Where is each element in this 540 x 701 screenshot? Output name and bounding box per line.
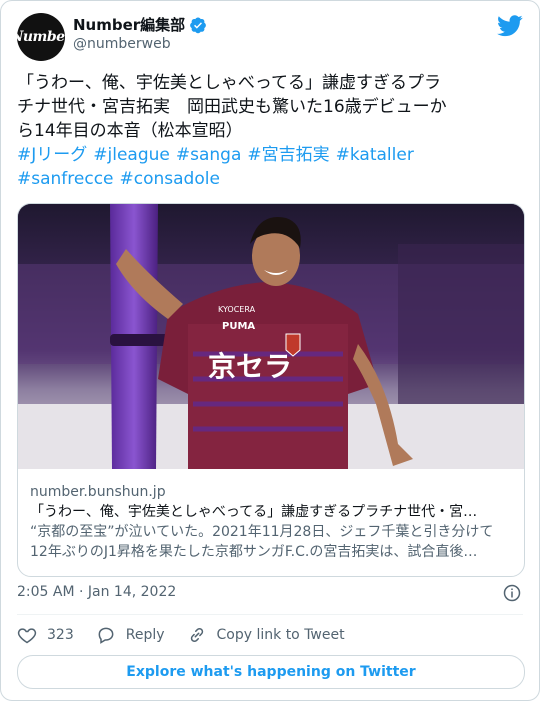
article-photo[interactable]: 京セラ PUMA KYOCERA: [18, 204, 524, 469]
shirt-brand-text: PUMA: [222, 321, 255, 332]
hashtag-row: #sanfrecce #consadole: [17, 167, 522, 191]
author-name[interactable]: Number編集部: [73, 15, 185, 35]
hashtag-link[interactable]: #sanga: [176, 145, 242, 165]
like-count: 323: [47, 627, 74, 643]
copy-link-button[interactable]: Copy link to Tweet: [187, 625, 345, 645]
hashtag-link[interactable]: #宮吉拓実: [247, 145, 329, 165]
hashtag-link[interactable]: #jleague: [93, 145, 170, 165]
tweet-text-line: チナ世代・宮吉拓実 岡田武史も驚いた16歳デビューか: [17, 97, 447, 117]
twitter-bird-icon[interactable]: [497, 15, 523, 37]
hashtag-row: #Jリーグ #jleague #sanga #宮吉拓実 #kataller: [17, 143, 522, 167]
copy-link-label: Copy link to Tweet: [216, 627, 345, 643]
hashtag-link[interactable]: #sanfrecce: [17, 169, 114, 189]
heart-icon: [17, 628, 37, 644]
hashtag-link[interactable]: #Jリーグ: [17, 145, 87, 165]
player-illustration: 京セラ PUMA KYOCERA: [18, 204, 524, 469]
like-button[interactable]: 323: [17, 625, 74, 645]
link-domain[interactable]: number.bunshun.jp: [30, 482, 512, 502]
avatar[interactable]: Number: [17, 13, 65, 61]
link-meta[interactable]: number.bunshun.jp 「うわー、俺、宇佐美としゃべってる」謙虚すぎ…: [30, 482, 512, 562]
tweet-actions: 323 Reply Copy link to Tweet: [17, 623, 367, 647]
sleeve-text: KYOCERA: [218, 305, 256, 314]
link-description-line: “京都の至宝”が泣いていた。2021年11月28日、ジェフ千葉と引き分けて: [30, 524, 494, 540]
tweet-text-line: ら14年目の本音（松本宣昭）: [17, 121, 243, 141]
reply-button[interactable]: Reply: [96, 625, 165, 645]
info-icon[interactable]: [503, 584, 521, 602]
divider: [17, 614, 523, 615]
author-name-row[interactable]: Number編集部: [73, 15, 207, 35]
tweet-embed-card: Number Number編集部 @numberweb 「うわー、俺、宇佐美とし…: [0, 0, 540, 701]
tweet-text-line: 「うわー、俺、宇佐美としゃべってる」謙虚すぎるプラ: [17, 73, 441, 93]
link-preview-card[interactable]: 京セラ PUMA KYOCERA number.bunshun.jp 「うわー、…: [17, 203, 525, 577]
avatar-logo-text: Number: [17, 29, 65, 45]
tweet-timestamp[interactable]: 2:05 AM · Jan 14, 2022: [17, 584, 176, 600]
reply-icon: [98, 627, 114, 644]
verified-badge-icon: [190, 17, 207, 34]
tweet-text: 「うわー、俺、宇佐美としゃべってる」謙虚すぎるプラ チナ世代・宮吉拓実 岡田武史…: [17, 71, 522, 191]
hashtag-link[interactable]: #kataller: [336, 145, 414, 165]
reply-label: Reply: [125, 627, 165, 643]
author-handle[interactable]: @numberweb: [73, 36, 171, 52]
link-description-line: 12年ぶりのJ1昇格を果たした京都サンガF.C.の宮吉拓実は、試合直後…: [30, 544, 478, 560]
explore-twitter-button[interactable]: Explore what's happening on Twitter: [17, 655, 525, 689]
hashtag-link[interactable]: #consadole: [120, 169, 220, 189]
link-title[interactable]: 「うわー、俺、宇佐美としゃべってる」謙虚すぎるプラチナ世代・宮…: [30, 502, 512, 522]
shirt-sponsor-text: 京セラ: [208, 350, 292, 383]
link-icon: [190, 627, 203, 643]
